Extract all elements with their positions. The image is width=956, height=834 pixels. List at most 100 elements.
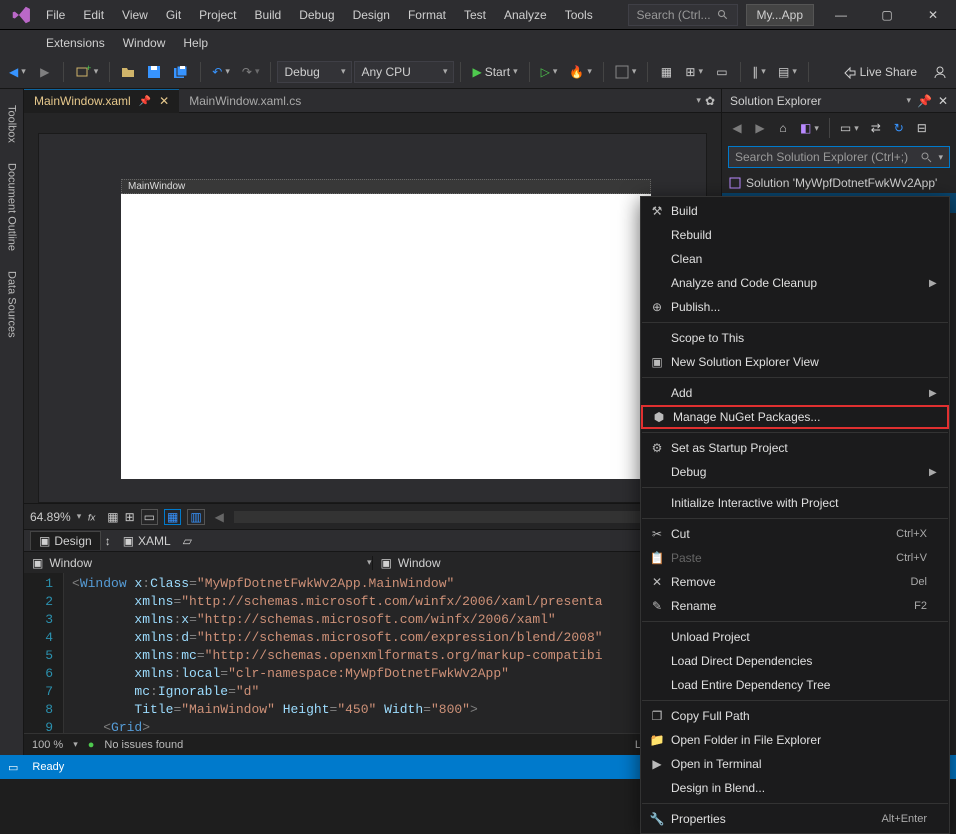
menu-edit[interactable]: Edit xyxy=(75,4,112,26)
start-no-debug-button[interactable]: ▷▾ xyxy=(536,60,563,84)
ctx-add[interactable]: Add▶ xyxy=(641,381,949,405)
redo-button[interactable]: ↷▾ xyxy=(237,60,265,84)
window-preview[interactable]: MainWindow xyxy=(121,179,651,479)
panel-pin-icon[interactable]: 📌 xyxy=(917,94,932,108)
rail-toolbox[interactable]: Toolbox xyxy=(4,95,20,153)
zoom-level[interactable]: 64.89% xyxy=(30,510,71,524)
ctx-properties[interactable]: 🔧PropertiesAlt+Enter xyxy=(641,807,949,831)
se-collapse[interactable]: ⊟ xyxy=(911,117,933,139)
se-sync[interactable]: ⇄ xyxy=(865,117,887,139)
panel-toggle-1[interactable]: ▭ xyxy=(141,509,158,525)
ctx-build[interactable]: ⚒Build xyxy=(641,199,949,223)
ctx-analyze-and-code-cleanup[interactable]: Analyze and Code Cleanup▶ xyxy=(641,271,949,295)
xaml-view-tab[interactable]: ▣ XAML xyxy=(115,532,179,550)
close-button[interactable]: ✕ xyxy=(914,2,952,28)
tool-btn-1[interactable]: ▾ xyxy=(610,60,642,84)
hot-reload-button[interactable]: 🔥▾ xyxy=(564,60,596,84)
snap-toggle-icon[interactable]: ⊞ xyxy=(125,510,135,524)
nav-back-button[interactable]: ◀▾ xyxy=(4,60,31,84)
undo-button[interactable]: ↶▾ xyxy=(207,60,235,84)
code-content[interactable]: <Window x:Class="MyWpfDotnetFwkWv2App.Ma… xyxy=(64,573,603,733)
zoom-pct[interactable]: 100 % xyxy=(32,739,63,751)
start-button[interactable]: ▶ Start ▾ xyxy=(467,60,522,84)
ctx-debug[interactable]: Debug▶ xyxy=(641,460,949,484)
menu-tools[interactable]: Tools xyxy=(557,4,601,26)
ctx-publish[interactable]: ⊕Publish... xyxy=(641,295,949,319)
panel-close-icon[interactable]: ✕ xyxy=(938,94,948,108)
align-button[interactable]: ∥▾ xyxy=(747,60,771,84)
ctx-rename[interactable]: ✎RenameF2 xyxy=(641,594,949,618)
group-button[interactable]: ▤▾ xyxy=(773,60,802,84)
menu-test[interactable]: Test xyxy=(456,4,494,26)
menu-debug[interactable]: Debug xyxy=(291,4,342,26)
se-pending[interactable]: ▭▾ xyxy=(835,117,864,139)
new-project-button[interactable]: +▾ xyxy=(70,60,104,84)
panel-toggle-2[interactable]: ▦ xyxy=(164,509,181,525)
menu-file[interactable]: File xyxy=(38,4,73,26)
tab-settings-icon[interactable]: ✿ xyxy=(705,94,715,108)
ctx-manage-nuget-packages[interactable]: ⬢Manage NuGet Packages... xyxy=(641,405,949,429)
snap-button[interactable]: ⊞▾ xyxy=(680,60,708,84)
no-issues-text[interactable]: No issues found xyxy=(104,739,183,751)
menu-git[interactable]: Git xyxy=(158,4,189,26)
se-fwd[interactable]: ▶ xyxy=(749,117,771,139)
save-button[interactable] xyxy=(142,60,166,84)
se-refresh[interactable]: ↻ xyxy=(888,117,910,139)
platform-dropdown[interactable]: Any CPU▾ xyxy=(354,61,454,83)
ctx-clean[interactable]: Clean xyxy=(641,247,949,271)
output-icon[interactable]: ▭ xyxy=(8,761,18,774)
se-switch-views[interactable]: ◧▾ xyxy=(795,117,824,139)
design-view-tab[interactable]: ▣ Design xyxy=(30,531,101,550)
code-editor[interactable]: 123456789 <Window x:Class="MyWpfDotnetFw… xyxy=(24,573,721,733)
grid-toggle-icon[interactable]: ▦ xyxy=(107,510,118,524)
ctx-scope-to-this[interactable]: Scope to This xyxy=(641,326,949,350)
ctx-remove[interactable]: ✕RemoveDel xyxy=(641,570,949,594)
rail-document-outline[interactable]: Document Outline xyxy=(4,153,20,261)
se-back[interactable]: ◀ xyxy=(726,117,748,139)
ctx-cut[interactable]: ✂CutCtrl+X xyxy=(641,522,949,546)
ctx-open-folder-in-file-explorer[interactable]: 📁Open Folder in File Explorer xyxy=(641,728,949,752)
ctx-copy-full-path[interactable]: ❐Copy Full Path xyxy=(641,704,949,728)
feedback-button[interactable] xyxy=(928,60,952,84)
pin-icon[interactable]: 📌 xyxy=(139,96,151,107)
menu-view[interactable]: View xyxy=(114,4,156,26)
layout-button[interactable]: ▭ xyxy=(710,60,734,84)
menu-design[interactable]: Design xyxy=(345,4,398,26)
swap-panes-icon[interactable]: ↕ xyxy=(105,534,111,548)
solution-name-badge[interactable]: My...App xyxy=(746,4,814,26)
tab-mainwindow-xaml[interactable]: MainWindow.xaml 📌 ✕ xyxy=(24,89,179,113)
scope-dropdown-left[interactable]: ▣ Window▾ xyxy=(24,556,373,570)
panel-toggle-3[interactable]: ▥ xyxy=(187,509,204,525)
grid-button[interactable]: ▦ xyxy=(654,60,678,84)
ctx-design-in-blend[interactable]: Design in Blend... xyxy=(641,776,949,800)
global-search[interactable]: Search (Ctrl... xyxy=(628,4,738,26)
se-home[interactable]: ⌂ xyxy=(772,117,794,139)
maximize-button[interactable]: ▢ xyxy=(868,2,906,28)
menu-analyze[interactable]: Analyze xyxy=(496,4,555,26)
ctx-new-solution-explorer-view[interactable]: ▣New Solution Explorer View xyxy=(641,350,949,374)
ctx-unload-project[interactable]: Unload Project xyxy=(641,625,949,649)
ctx-rebuild[interactable]: Rebuild xyxy=(641,223,949,247)
menu-help[interactable]: Help xyxy=(175,32,216,54)
minimize-button[interactable]: ― xyxy=(822,2,860,28)
panel-menu-icon[interactable]: ▾ xyxy=(906,95,911,106)
ctx-set-as-startup-project[interactable]: ⚙Set as Startup Project xyxy=(641,436,949,460)
ctx-open-in-terminal[interactable]: ▶Open in Terminal xyxy=(641,752,949,776)
nav-forward-button[interactable]: ▶ xyxy=(33,60,57,84)
menu-project[interactable]: Project xyxy=(191,4,244,26)
open-button[interactable] xyxy=(116,60,140,84)
close-icon[interactable]: ✕ xyxy=(159,94,169,108)
menu-format[interactable]: Format xyxy=(400,4,454,26)
menu-window[interactable]: Window xyxy=(115,32,174,54)
config-dropdown[interactable]: Debug▾ xyxy=(277,61,352,83)
ctx-initialize-interactive-with-project[interactable]: Initialize Interactive with Project xyxy=(641,491,949,515)
menu-extensions[interactable]: Extensions xyxy=(38,32,113,54)
live-share-button[interactable]: Live Share xyxy=(838,60,922,84)
popout-icon[interactable]: ▱ xyxy=(183,534,192,548)
save-all-button[interactable] xyxy=(168,60,194,84)
fx-icon[interactable]: fx xyxy=(87,510,101,524)
ctx-load-entire-dependency-tree[interactable]: Load Entire Dependency Tree xyxy=(641,673,949,697)
tab-mainwindow-xaml-cs[interactable]: MainWindow.xaml.cs xyxy=(179,89,311,113)
rail-data-sources[interactable]: Data Sources xyxy=(4,261,20,348)
ctx-load-direct-dependencies[interactable]: Load Direct Dependencies xyxy=(641,649,949,673)
